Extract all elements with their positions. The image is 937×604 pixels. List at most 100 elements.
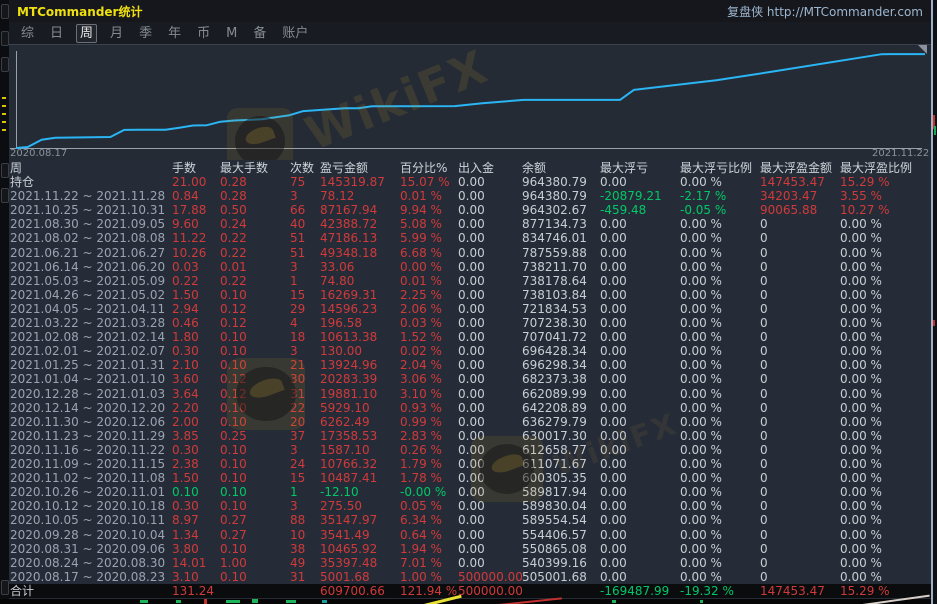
table-row[interactable]: 2020.10.12 ~ 2020.10.180.300.103275.500.… <box>9 499 931 513</box>
table-row[interactable]: 2021.10.25 ~ 2021.10.3117.880.506687167.… <box>9 203 931 217</box>
table-row[interactable]: 2020.11.16 ~ 2020.11.220.300.1031587.100… <box>9 443 931 457</box>
table-row[interactable]: 2021.06.21 ~ 2021.06.2710.260.225149348.… <box>9 246 931 260</box>
table-cell: 0 <box>760 443 768 457</box>
table-cell: 196.58 <box>320 316 362 330</box>
table-row[interactable]: 2021.05.03 ~ 2021.05.090.220.22174.800.0… <box>9 274 931 288</box>
table-row[interactable]: 2021.02.08 ~ 2021.02.141.800.101810613.3… <box>9 330 931 344</box>
title-bar[interactable]: MTCommander统计 复盘侠 http://MTCommander.com <box>9 0 931 22</box>
table-row[interactable]: 2021.04.05 ~ 2021.04.112.940.122914596.2… <box>9 302 931 316</box>
table-row[interactable]: 2021.03.22 ~ 2021.03.280.460.124196.580.… <box>9 316 931 330</box>
table-row[interactable]: 2021.06.14 ~ 2021.06.200.030.01333.060.0… <box>9 260 931 274</box>
table-row[interactable]: 2021.01.25 ~ 2021.01.312.100.102113924.9… <box>9 358 931 372</box>
header-cell: 盈亏金额 <box>320 161 368 175</box>
table-cell: 6.34 % <box>400 513 442 527</box>
table-row[interactable]: 2020.10.26 ~ 2020.11.010.100.101-12.10-0… <box>9 485 931 499</box>
table-cell: 3.55 % <box>840 189 882 203</box>
table-row[interactable]: 2020.12.14 ~ 2020.12.202.200.10225929.10… <box>9 401 931 415</box>
menu-item-日[interactable]: 日 <box>47 25 66 42</box>
table-row[interactable]: 2020.09.28 ~ 2020.10.041.340.27103541.49… <box>9 528 931 542</box>
table-row[interactable]: 2020.08.24 ~ 2020.08.3014.011.004935397.… <box>9 556 931 570</box>
table-row[interactable]: 2021.01.04 ~ 2021.01.103.600.123020283.3… <box>9 372 931 386</box>
table-cell: 3.85 <box>172 429 199 443</box>
menu-item-账户[interactable]: 账户 <box>279 25 311 42</box>
table-cell: 3.10 % <box>400 387 442 401</box>
table-cell: 0.00 <box>600 175 627 189</box>
menu-item-月[interactable]: 月 <box>107 25 126 42</box>
table-cell: 0 <box>760 471 768 485</box>
edge-widget <box>1 4 9 19</box>
table-cell: 0 <box>760 316 768 330</box>
taskbar-fragment <box>322 600 327 603</box>
table-cell: 0.00 % <box>840 471 882 485</box>
table-cell: 0.00 <box>600 260 627 274</box>
table-cell: 0.10 <box>220 485 247 499</box>
table-cell: 0.00 <box>600 471 627 485</box>
table-row[interactable]: 持仓21.000.2875145319.8715.07 %0.00964380.… <box>9 175 931 189</box>
table-cell: 0.00 <box>600 528 627 542</box>
table-cell: 0.00 % <box>680 443 722 457</box>
table-row[interactable]: 2020.12.28 ~ 2021.01.033.640.123119881.1… <box>9 387 931 401</box>
table-row[interactable]: 2020.11.09 ~ 2020.11.152.380.102410766.3… <box>9 457 931 471</box>
table-row[interactable]: 2020.08.17 ~ 2020.08.233.100.10315001.68… <box>9 570 931 584</box>
table-cell: 0.00 <box>600 231 627 245</box>
table-row[interactable]: 2021.02.01 ~ 2021.02.070.300.103130.000.… <box>9 344 931 358</box>
table-cell: 90065.88 <box>760 203 817 217</box>
table-cell: 2021.01.25 ~ 2021.01.31 <box>10 358 165 372</box>
table-cell: 2020.10.05 ~ 2020.10.11 <box>10 513 165 527</box>
table-cell: 0.12 <box>220 302 247 316</box>
table-cell: 0.00 % <box>680 372 722 386</box>
table-row[interactable]: 2020.08.31 ~ 2020.09.063.800.103810465.9… <box>9 542 931 556</box>
table-row[interactable]: 2020.10.05 ~ 2020.10.118.970.278835147.9… <box>9 513 931 527</box>
menu-item-M[interactable]: M <box>223 25 240 42</box>
table-cell: 696428.34 <box>522 344 587 358</box>
menu-item-备[interactable]: 备 <box>250 25 269 42</box>
scroll-arrow-icon[interactable] <box>918 45 927 54</box>
table-cell: 3 <box>290 443 298 457</box>
table-cell: 0.00 % <box>840 231 882 245</box>
table-cell: 2021.06.14 ~ 2021.06.20 <box>10 260 165 274</box>
left-edge-strip <box>0 0 9 604</box>
table-cell: 0.00 <box>600 217 627 231</box>
table-cell: 121.94 % <box>400 584 457 598</box>
table-cell: 0.00 % <box>680 358 722 372</box>
table-cell: 0.01 <box>220 260 247 274</box>
table-cell: 0 <box>760 556 768 570</box>
table-cell: 0 <box>760 499 768 513</box>
table-cell: 2021.04.05 ~ 2021.04.11 <box>10 302 165 316</box>
table-row[interactable]: 2021.04.26 ~ 2021.05.021.500.101516269.3… <box>9 288 931 302</box>
table-cell: 1.79 % <box>400 457 442 471</box>
table-cell: 0 <box>760 485 768 499</box>
table-cell: 0.00 <box>458 372 485 386</box>
table-row[interactable]: 2021.08.30 ~ 2021.09.059.600.244042388.7… <box>9 217 931 231</box>
table-cell: 0.00 % <box>680 274 722 288</box>
table-cell: 0.84 <box>172 189 199 203</box>
total-row[interactable]: 合计131.24609700.66121.94 %500000.00-16948… <box>9 584 931 598</box>
table-row[interactable]: 2020.11.30 ~ 2020.12.062.000.10206262.49… <box>9 415 931 429</box>
table-cell: 0.00 % <box>680 556 722 570</box>
table-cell: 554406.57 <box>522 528 587 542</box>
edge-tick <box>2 105 6 107</box>
menu-item-季[interactable]: 季 <box>136 25 155 42</box>
menu-item-周[interactable]: 周 <box>76 24 97 43</box>
table-row[interactable]: 2021.08.02 ~ 2021.08.0811.220.225147186.… <box>9 231 931 245</box>
table-cell: 0.10 <box>220 471 247 485</box>
table-cell: 0.00 <box>458 542 485 556</box>
table-cell: 1.52 % <box>400 330 442 344</box>
table-row[interactable]: 2020.11.02 ~ 2020.11.081.500.101510487.4… <box>9 471 931 485</box>
table-cell: 0 <box>760 372 768 386</box>
menu-item-币[interactable]: 币 <box>194 25 213 42</box>
candle-fragment <box>933 320 935 326</box>
table-cell: 0.00 <box>600 387 627 401</box>
table-row[interactable]: 2020.11.23 ~ 2020.11.293.850.253717358.5… <box>9 429 931 443</box>
table-cell: 147453.47 <box>760 584 825 598</box>
table-cell: 0.00 % <box>680 401 722 415</box>
table-cell: 14.01 <box>172 556 206 570</box>
menu-item-综[interactable]: 综 <box>18 25 37 42</box>
table-row[interactable]: 2021.11.22 ~ 2021.11.280.840.28378.120.0… <box>9 189 931 203</box>
table-cell: 0.00 % <box>840 457 882 471</box>
menu-item-年[interactable]: 年 <box>165 25 184 42</box>
table-cell: 17358.53 <box>320 429 377 443</box>
table-cell: 7.01 % <box>400 556 442 570</box>
mtcommander-link[interactable]: 复盘侠 http://MTCommander.com <box>727 3 923 20</box>
header-cell: 最大浮盈金额 <box>760 161 832 175</box>
